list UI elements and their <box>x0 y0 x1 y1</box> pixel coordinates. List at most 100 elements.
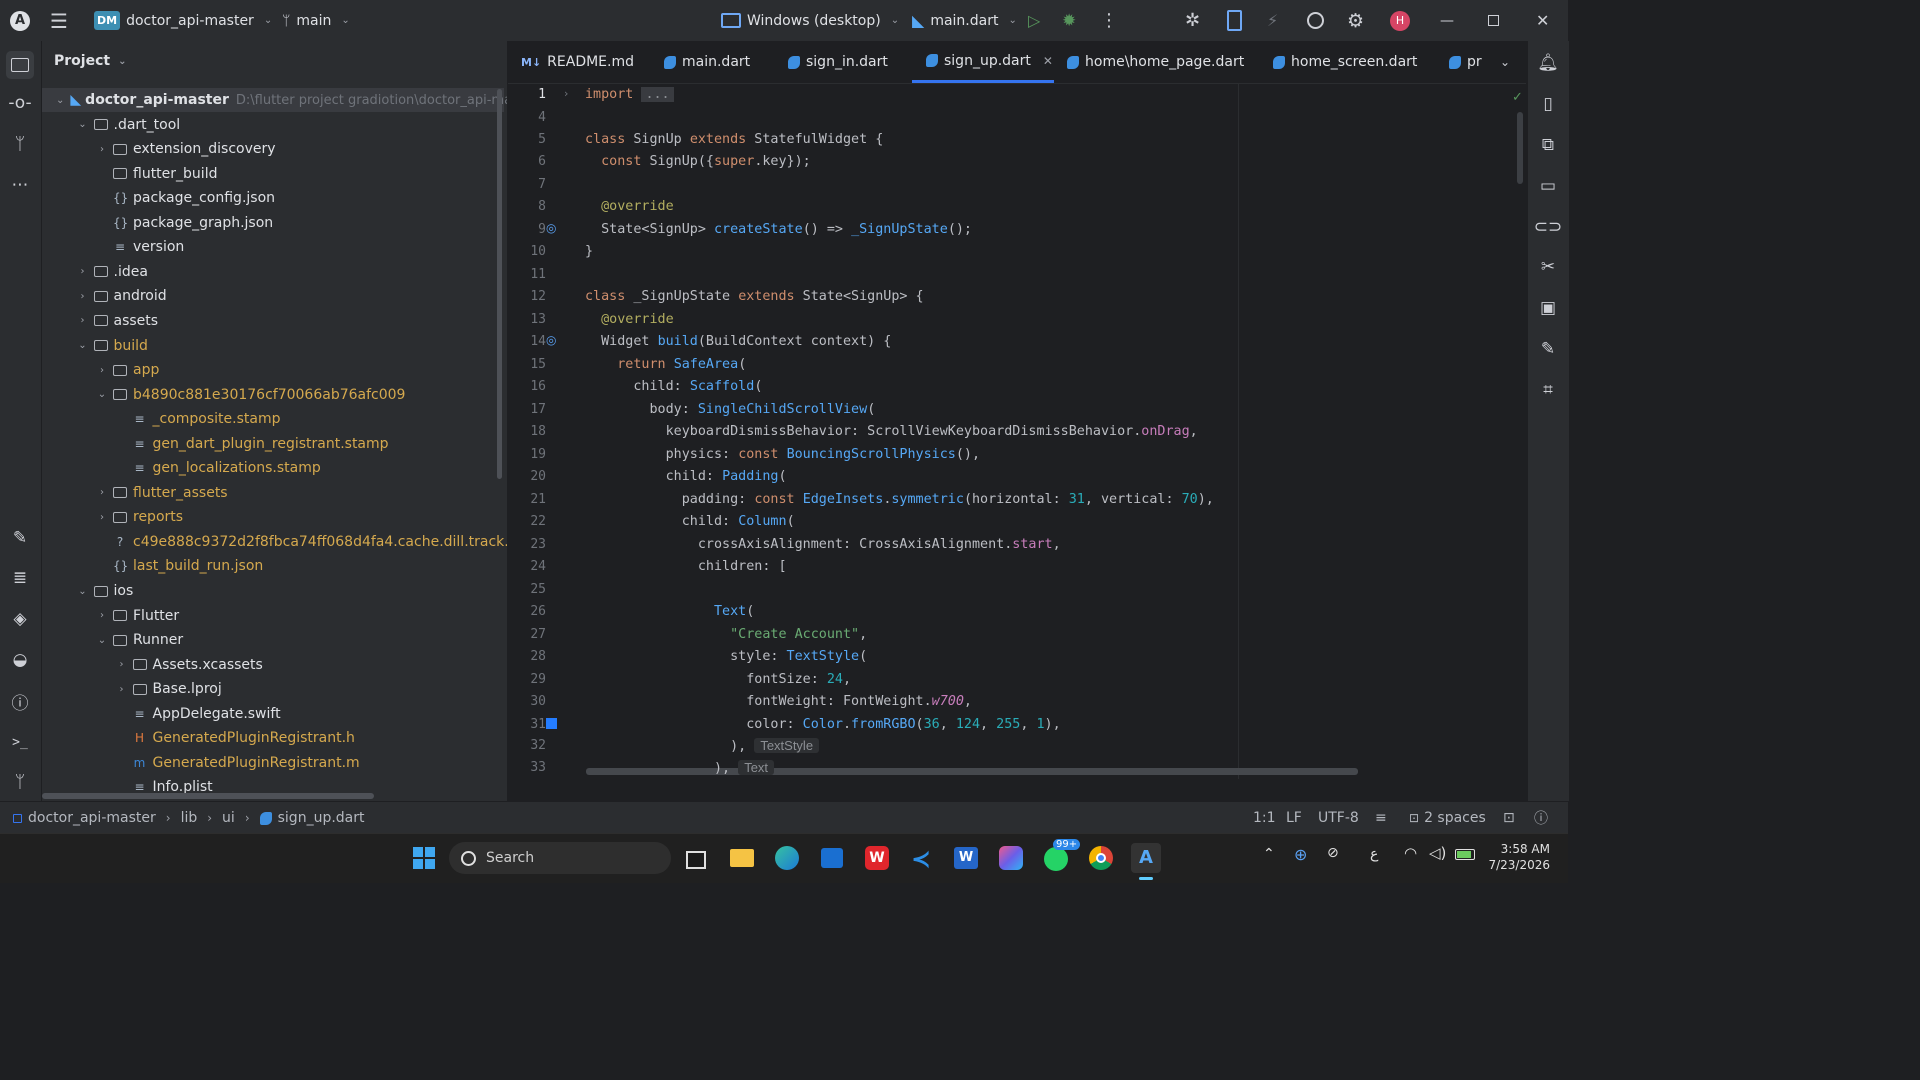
breadcrumb-item[interactable]: ui <box>222 810 235 826</box>
android-studio-icon[interactable]: A <box>1131 843 1161 880</box>
tabs-dropdown[interactable]: ⌄ <box>1500 41 1510 83</box>
tree-file[interactable]: ? c49e888c9372d2f8fbca74ff068d4fa4.cache.… <box>42 530 507 554</box>
microsoft-365-icon[interactable] <box>996 843 1026 873</box>
commit-tool-button[interactable]: -o- <box>8 91 32 115</box>
chevron-down-icon[interactable]: ⌄ <box>95 389 109 400</box>
folded-code[interactable]: ... <box>641 87 674 102</box>
info-icon[interactable]: ⓘ <box>1534 802 1548 834</box>
project-view-selector[interactable]: Project ⌄ <box>54 53 126 69</box>
tab-main-dart[interactable]: main.dart <box>664 41 750 83</box>
caret-position[interactable]: 1:1 <box>1253 802 1276 834</box>
tree-file[interactable]: ≡ AppDelegate.swift <box>42 702 280 726</box>
chevron-down-icon[interactable]: ⌄ <box>76 586 90 597</box>
clock[interactable]: 3:58 AM 7/23/2026 <box>1480 841 1550 873</box>
override-marker-icon[interactable]: ◎ <box>546 221 556 235</box>
run-button[interactable]: ▷ <box>1028 0 1040 41</box>
chevron-right-icon[interactable]: › <box>76 291 90 302</box>
color-swatch-icon[interactable] <box>546 718 557 729</box>
chevron-right-icon[interactable]: › <box>95 487 109 498</box>
tab-home-page[interactable]: home\home_page.dart <box>1067 41 1244 83</box>
tree-folder[interactable]: › android <box>42 284 167 308</box>
more-tools-button[interactable]: ⋯ <box>8 173 32 197</box>
tools-button[interactable]: ✂ <box>1536 255 1560 279</box>
breadcrumb-item[interactable]: sign_up.dart <box>278 810 365 826</box>
minimize-button[interactable]: — <box>1440 0 1454 41</box>
terminal-tool-button[interactable]: >_ <box>8 730 32 754</box>
user-avatar[interactable]: H <box>1390 0 1410 41</box>
app-logo-icon[interactable]: A <box>10 0 30 41</box>
tree-file[interactable]: ≡ _composite.stamp <box>42 407 280 431</box>
tree-folder[interactable]: ⌄ ios <box>42 579 133 603</box>
tree-file[interactable]: m GeneratedPluginRegistrant.m <box>42 751 360 775</box>
tree-folder[interactable]: ⌄ b4890c881e30176cf70066ab76afc009 <box>42 383 406 407</box>
plugins-button[interactable]: ✲ <box>1185 0 1200 41</box>
tree-folder[interactable]: ⌄ .dart_tool <box>42 113 180 137</box>
chevron-right-icon[interactable]: › <box>115 684 129 695</box>
emulator-tool-button[interactable]: ◒ <box>8 648 32 672</box>
main-menu-icon[interactable]: ☰ <box>50 0 68 41</box>
tree-folder[interactable]: › assets <box>42 309 159 333</box>
tree-file[interactable]: {} package_config.json <box>42 186 275 210</box>
editor-vertical-scrollbar[interactable] <box>1517 112 1523 184</box>
tab-overflow[interactable]: pr <box>1449 41 1489 83</box>
chevron-right-icon[interactable]: › <box>76 266 90 277</box>
project-selector[interactable]: DM doctor_api-master ⌄ <box>94 0 272 41</box>
volume-icon[interactable]: ◁) <box>1429 844 1446 862</box>
more-actions-button[interactable]: ⋮ <box>1100 0 1118 41</box>
device-manager-button[interactable] <box>1227 0 1242 41</box>
flutter-inspector-button[interactable]: ✎ <box>8 526 32 550</box>
tab-sign-up[interactable]: sign_up.dart ✕ <box>912 41 1054 83</box>
wifi-icon[interactable]: ◠ <box>1404 844 1417 862</box>
file-explorer-icon[interactable] <box>727 843 757 873</box>
search-button[interactable] <box>1307 0 1324 41</box>
tree-folder[interactable]: › flutter_assets <box>42 481 228 505</box>
project-tool-button[interactable] <box>6 51 34 79</box>
tree-file[interactable]: {} last_build_run.json <box>42 554 263 578</box>
tree-file[interactable]: {} package_graph.json <box>42 211 273 235</box>
git-tool-button[interactable]: ᛘ <box>8 770 32 794</box>
battery-icon[interactable] <box>1455 849 1475 860</box>
breadcrumb-item[interactable]: lib <box>181 810 198 826</box>
chrome-icon[interactable] <box>1086 843 1116 873</box>
edge-icon[interactable] <box>772 843 802 873</box>
chevron-down-icon[interactable]: ⌄ <box>95 635 109 646</box>
close-tab-icon[interactable]: ✕ <box>1043 54 1053 68</box>
vscode-icon[interactable]: ≺ <box>907 843 937 873</box>
input-language[interactable]: ع <box>1370 846 1378 862</box>
tree-root[interactable]: ⌄ ◣ doctor_api-master D:\flutter project… <box>42 88 507 112</box>
tab-readme[interactable]: M↓ README.md <box>521 41 634 83</box>
taskbar-search[interactable]: Search <box>449 842 671 874</box>
tree-folder[interactable]: › Base.lproj <box>42 677 222 701</box>
cloud-off-icon[interactable]: ⊘ <box>1327 845 1339 861</box>
chevron-right-icon[interactable]: › <box>95 610 109 621</box>
task-view-icon[interactable] <box>680 843 710 873</box>
store-icon[interactable] <box>817 843 847 873</box>
device-selector[interactable]: Windows (desktop) ⌄ <box>721 0 899 41</box>
tree-folder[interactable]: › extension_discovery <box>42 137 276 161</box>
vpn-icon[interactable]: ⊕ <box>1294 845 1307 864</box>
structure-tool-button[interactable]: ≣ <box>8 566 32 590</box>
readonly-lock-icon[interactable]: ⊡ <box>1503 802 1515 834</box>
tree-folder[interactable]: flutter_build <box>42 162 217 186</box>
breadcrumb-item[interactable]: doctor_api-master <box>28 810 156 826</box>
tree-folder[interactable]: › reports <box>42 505 183 529</box>
indent-selector[interactable]: ⊡ 2 spaces <box>1409 802 1486 834</box>
layout-inspector-button[interactable]: ⌗ <box>1536 378 1560 402</box>
tree-horizontal-scrollbar[interactable] <box>42 793 374 799</box>
file-encoding[interactable]: UTF-8 <box>1318 802 1359 834</box>
tab-home-screen[interactable]: home_screen.dart <box>1273 41 1417 83</box>
tree-file[interactable]: ≡ gen_localizations.stamp <box>42 456 320 480</box>
wrap-icon[interactable]: ≡ <box>1375 802 1387 834</box>
tree-file[interactable]: ≡ version <box>42 235 184 259</box>
tree-folder[interactable]: › Flutter <box>42 604 179 628</box>
line-separator[interactable]: LF <box>1286 802 1302 834</box>
close-button[interactable]: ✕ <box>1536 0 1549 41</box>
tree-folder[interactable]: ⌄ build <box>42 334 148 358</box>
tree-file[interactable]: H GeneratedPluginRegistrant.h <box>42 726 355 750</box>
chevron-down-icon[interactable]: ⌄ <box>76 340 90 351</box>
tab-sign-in[interactable]: sign_in.dart <box>788 41 888 83</box>
tree-folder[interactable]: › .idea <box>42 260 148 284</box>
word-icon[interactable]: W <box>951 843 981 873</box>
tree-file[interactable]: ≡ gen_dart_plugin_registrant.stamp <box>42 432 388 456</box>
no-problems-check-icon[interactable]: ✓ <box>1512 90 1523 105</box>
